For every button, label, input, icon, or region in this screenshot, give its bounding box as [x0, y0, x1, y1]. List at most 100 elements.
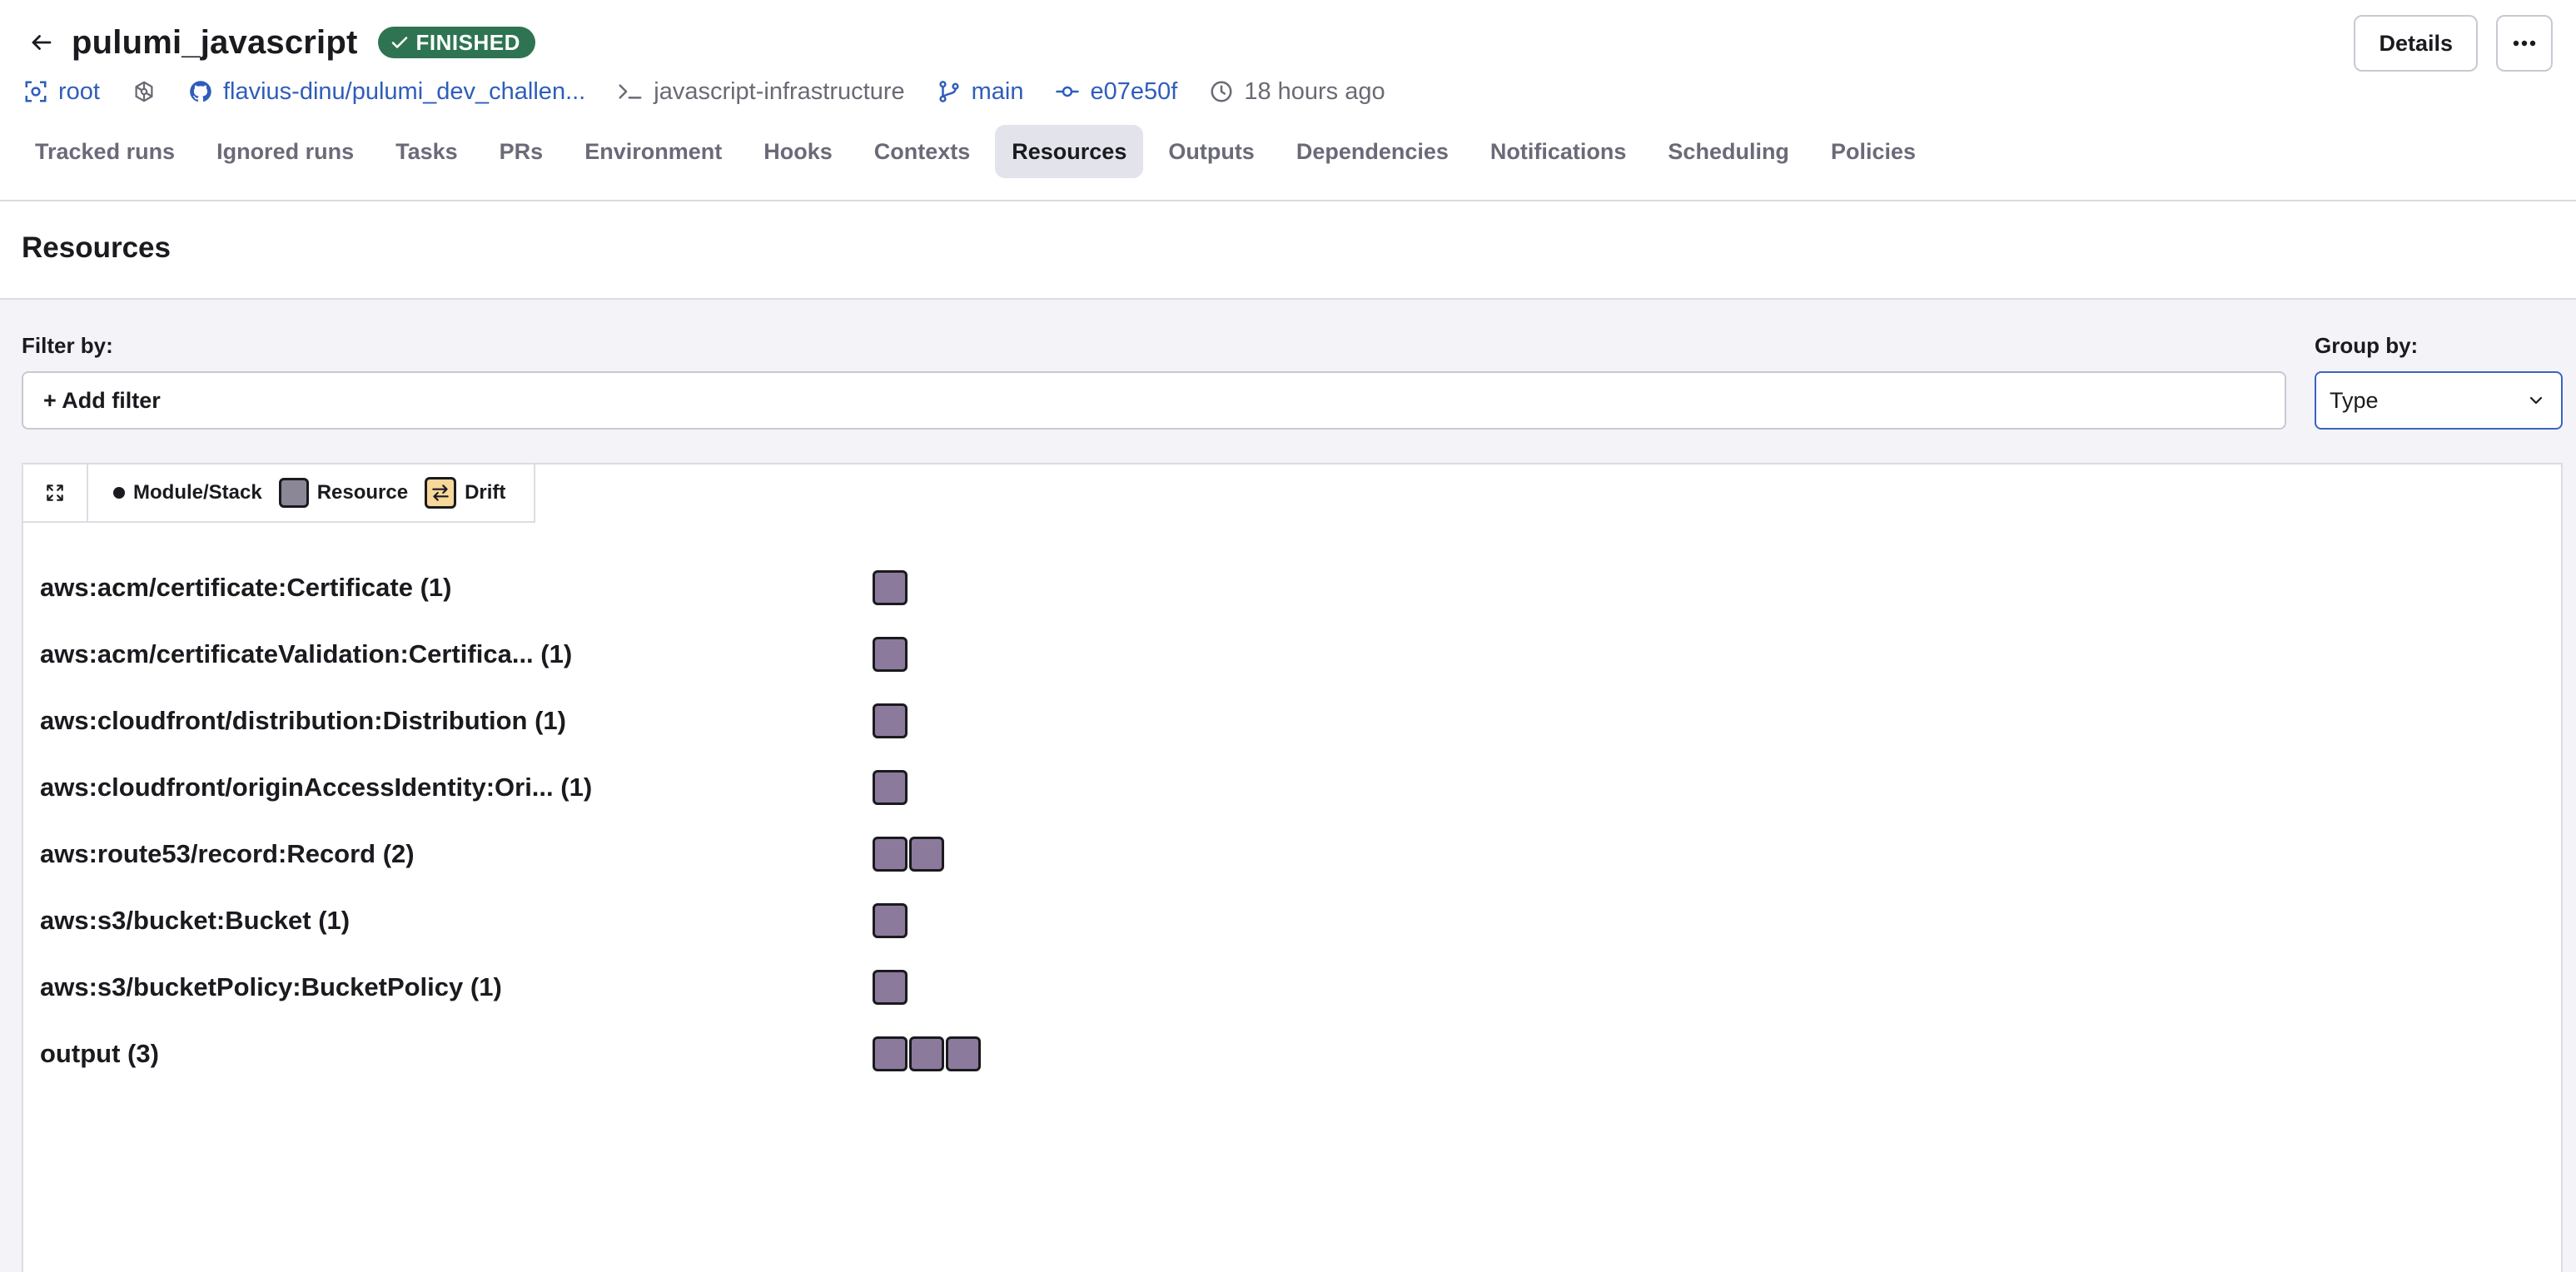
resource-group-label: aws:acm/certificateValidation:Certifica.… [40, 639, 573, 668]
tab-tasks[interactable]: Tasks [379, 125, 475, 178]
resource-group-row: aws:s3/bucket:Bucket (1) [40, 887, 981, 954]
stack-tabs: Tracked runs Ignored runs Tasks PRs Envi… [18, 125, 1932, 178]
github-icon [190, 81, 211, 102]
tab-resources[interactable]: Resources [995, 125, 1144, 178]
tab-prs[interactable]: PRs [483, 125, 560, 178]
space-link[interactable]: root [23, 78, 100, 106]
space-name: root [58, 77, 100, 105]
tab-tracked-runs[interactable]: Tracked runs [18, 125, 191, 178]
title-row: pulumi_javascript FINISHED [25, 18, 535, 67]
more-horizontal-icon [2513, 40, 2536, 47]
resource-group-label: aws:acm/certificate:Certificate (1) [40, 573, 452, 602]
updated-time: 18 hours ago [1209, 78, 1385, 106]
resources-content: Filter by: + Add filter Group by: Type M… [0, 300, 2576, 1272]
tab-dependencies[interactable]: Dependencies [1280, 125, 1465, 178]
stack-meta: root flavius-dinu/pulumi_dev_challen... … [23, 72, 1417, 112]
legend-resource: Resource [278, 478, 409, 508]
legend-items: Module/Stack Resource Drift [88, 465, 534, 521]
fullscreen-button[interactable] [23, 465, 88, 521]
resource-nodes [873, 637, 908, 672]
project-root: javascript-infrastructure [617, 77, 905, 106]
tab-policies[interactable]: Policies [1814, 125, 1932, 178]
back-button[interactable] [25, 26, 58, 59]
tab-outputs[interactable]: Outputs [1151, 125, 1271, 178]
resource-group-label: aws:route53/record:Record (2) [40, 839, 415, 868]
header-actions: Details [2354, 15, 2553, 72]
resource-node[interactable] [873, 637, 908, 672]
legend-drift: Drift [425, 477, 505, 509]
legend-resource-label: Resource [316, 481, 409, 504]
tab-scheduling[interactable]: Scheduling [1651, 125, 1806, 178]
git-branch-icon [939, 81, 959, 102]
space-icon [25, 81, 47, 102]
commit-hash: e07e50f [1090, 77, 1178, 105]
resource-node[interactable] [873, 570, 908, 605]
resource-group-row: aws:cloudfront/distribution:Distribution… [40, 688, 981, 754]
resource-group-label: aws:cloudfront/distribution:Distribution… [40, 706, 566, 735]
resource-nodes [873, 770, 908, 805]
tab-ignored-runs[interactable]: Ignored runs [200, 125, 370, 178]
check-icon [391, 37, 407, 48]
branch-link[interactable]: main [937, 77, 1024, 106]
status-text: FINISHED [415, 29, 520, 55]
pulumi-icon [135, 81, 153, 102]
resource-groups: aws:acm/certificate:Certificate (1) aws:… [40, 554, 981, 1087]
project-root-text: javascript-infrastructure [654, 77, 905, 105]
resource-node[interactable] [946, 1036, 981, 1071]
legend-drift-label: Drift [465, 481, 506, 504]
section-header: Resources [0, 201, 2576, 300]
graph-legend: Module/Stack Resource Drift [23, 465, 536, 523]
git-commit-icon [1056, 86, 1080, 97]
commit-link[interactable]: e07e50f [1055, 78, 1177, 106]
resource-group-row: aws:acm/certificate:Certificate (1) [40, 554, 981, 621]
add-filter-button[interactable]: + Add filter [43, 388, 161, 414]
resource-group-row: aws:acm/certificateValidation:Certifica.… [40, 621, 981, 688]
more-options-button[interactable] [2496, 15, 2553, 72]
resource-group-label: aws:cloudfront/originAccessIdentity:Ori.… [40, 773, 593, 802]
vendor-indicator [132, 79, 157, 104]
resource-node[interactable] [873, 837, 908, 872]
legend-module-label: Module/Stack [133, 481, 262, 504]
section-title: Resources [22, 231, 171, 264]
legend-module-stack: Module/Stack [113, 481, 262, 504]
expand-icon [47, 484, 63, 501]
resource-node[interactable] [873, 770, 908, 805]
arrow-left-icon [32, 35, 52, 50]
tab-environment[interactable]: Environment [568, 125, 738, 178]
repository-link[interactable]: flavius-dinu/pulumi_dev_challen... [188, 78, 585, 106]
resource-group-label: aws:s3/bucketPolicy:BucketPolicy (1) [40, 972, 502, 1001]
repository-name: flavius-dinu/pulumi_dev_challen... [222, 77, 586, 105]
stack-header: pulumi_javascript FINISHED Details root … [0, 0, 2576, 201]
tab-contexts[interactable]: Contexts [858, 125, 987, 178]
resource-group-label: output (3) [40, 1039, 159, 1068]
tab-hooks[interactable]: Hooks [747, 125, 849, 178]
filter-label: Filter by: [22, 333, 113, 358]
resource-node[interactable] [873, 1036, 908, 1071]
resource-node[interactable] [873, 903, 908, 938]
resource-group-label: aws:s3/bucket:Bucket (1) [40, 906, 351, 935]
resource-nodes [873, 903, 908, 938]
resource-node[interactable] [873, 970, 908, 1005]
chevron-down-icon [2529, 396, 2543, 405]
resource-node[interactable] [873, 703, 908, 738]
resource-nodes [873, 837, 944, 872]
group-by-select[interactable]: Type [2315, 371, 2563, 430]
resource-nodes [873, 970, 908, 1005]
resource-nodes [873, 570, 908, 605]
drift-swatch [425, 477, 457, 509]
details-button[interactable]: Details [2354, 15, 2478, 72]
group-by-label: Group by: [2315, 333, 2419, 358]
branch-name: main [971, 77, 1024, 105]
resource-nodes [873, 703, 908, 738]
resource-node[interactable] [909, 1036, 944, 1071]
resource-group-row: aws:s3/bucketPolicy:BucketPolicy (1) [40, 954, 981, 1021]
clock-icon [1211, 81, 1232, 102]
module-dot-icon [113, 487, 125, 499]
filter-input[interactable]: + Add filter [22, 371, 2286, 430]
resource-nodes [873, 1036, 981, 1071]
resource-graph-panel: Module/Stack Resource Drift aws:acm/cert… [22, 463, 2563, 1272]
tab-notifications[interactable]: Notifications [1474, 125, 1644, 178]
group-by-value: Type [2330, 387, 2379, 413]
page-title: pulumi_javascript [72, 23, 358, 61]
resource-node[interactable] [909, 837, 944, 872]
